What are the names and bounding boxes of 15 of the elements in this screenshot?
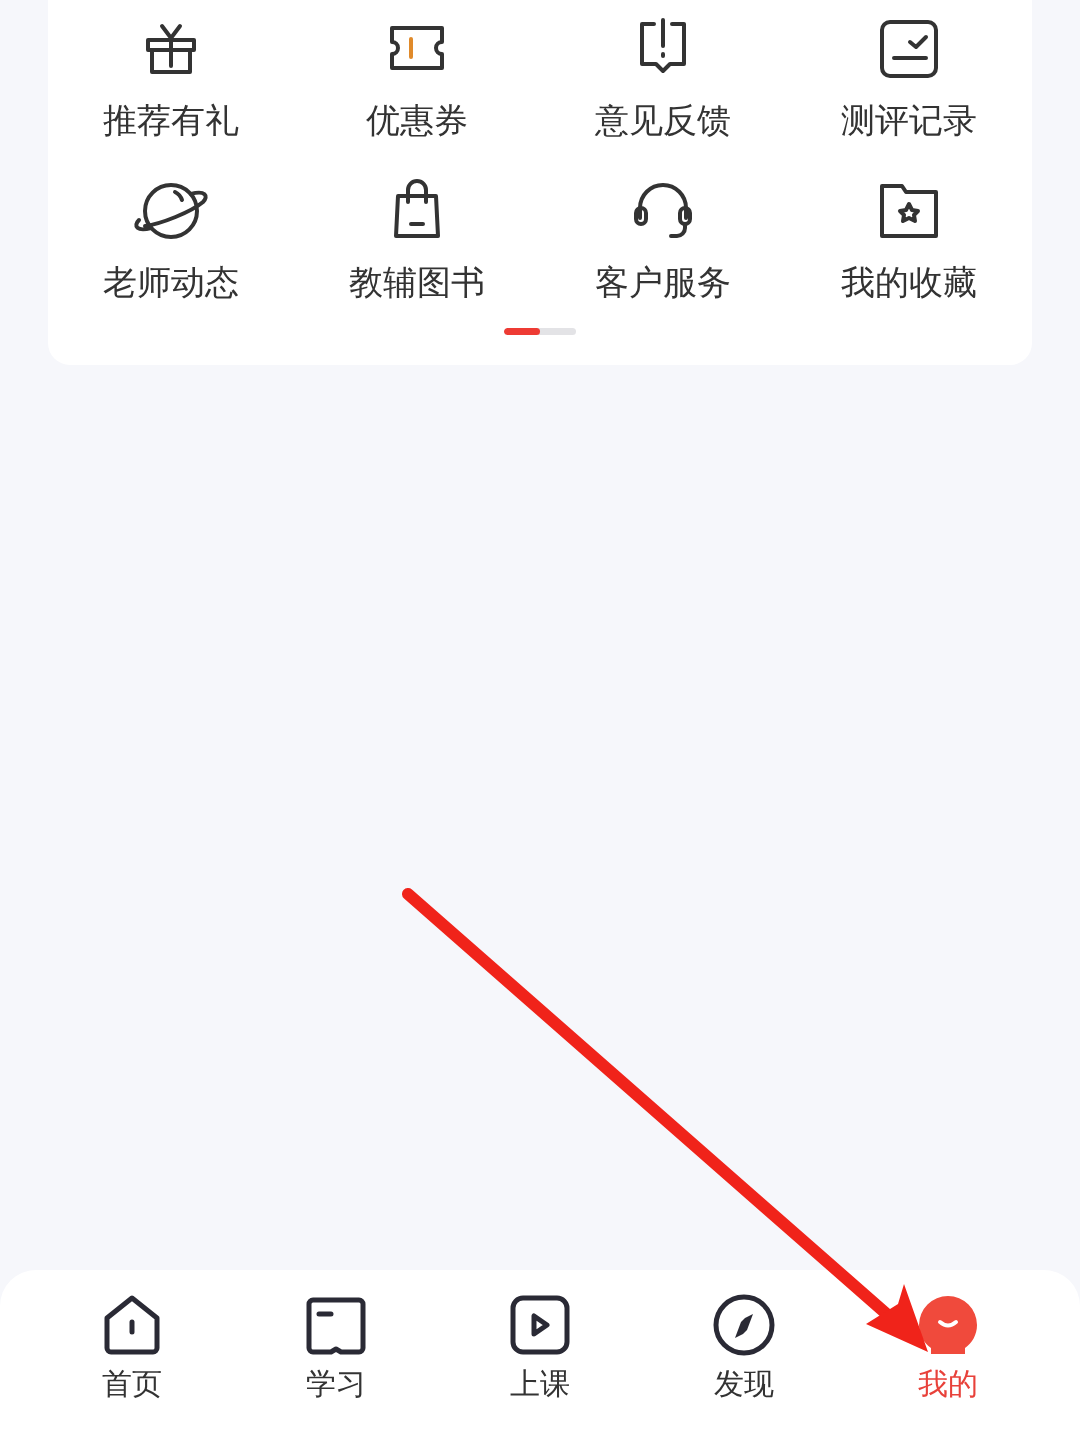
- menu-item[interactable]: 意见反馈: [540, 14, 786, 140]
- menu-item[interactable]: 我的收藏: [786, 176, 1032, 302]
- menu-item[interactable]: 推荐有礼: [48, 14, 294, 140]
- compass-icon: [711, 1292, 777, 1358]
- menu-item[interactable]: 老师动态: [48, 176, 294, 302]
- tab[interactable]: 首页: [30, 1292, 234, 1440]
- page-indicator: [504, 328, 576, 335]
- tab[interactable]: 我的: [846, 1292, 1050, 1440]
- tab[interactable]: 学习: [234, 1292, 438, 1440]
- menu-item[interactable]: 教辅图书: [294, 176, 540, 302]
- menu-item[interactable]: 客户服务: [540, 176, 786, 302]
- tab[interactable]: 发现: [642, 1292, 846, 1440]
- menu-item[interactable]: 测评记录: [786, 14, 1032, 140]
- tab[interactable]: 上课: [438, 1292, 642, 1440]
- menu-item[interactable]: 优惠券: [294, 14, 540, 140]
